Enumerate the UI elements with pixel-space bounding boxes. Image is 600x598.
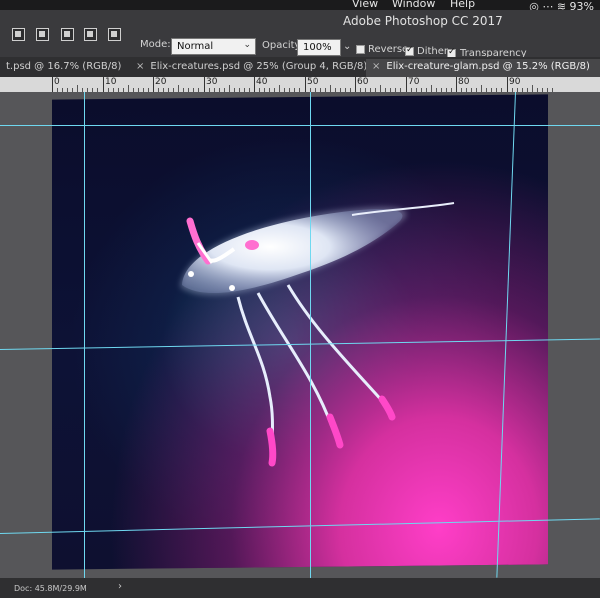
- ruler-major-tick: [103, 77, 104, 92]
- creature-artwork: [180, 202, 455, 467]
- ruler-minor-tick: [532, 85, 533, 92]
- tab-doc-2[interactable]: × Elix-creatures.psd @ 25% (Group 4, RGB/…: [130, 59, 375, 77]
- mode-label: Mode:: [140, 39, 171, 50]
- ruler-minor-tick: [229, 85, 230, 92]
- ruler-label: 60: [357, 77, 369, 87]
- ruler-minor-tick: [279, 85, 280, 92]
- menu-bar: View Window Help: [0, 0, 600, 10]
- opacity-field[interactable]: 100%: [297, 39, 341, 56]
- menu-window[interactable]: Window: [392, 0, 435, 10]
- mode-select[interactable]: Normal ⌄: [171, 38, 256, 55]
- ruler-minor-tick: [380, 85, 381, 92]
- options-bar: Mode: Normal ⌄ Opacity: 100% ⌄ Reverse D…: [0, 10, 600, 59]
- status-bar: Doc: 45.8M/29.9M ›: [0, 578, 600, 598]
- tab-label: Elix-creature-glam.psd @ 15.2% (RGB/8): [386, 61, 590, 72]
- tab-doc-3[interactable]: × Elix-creature-glam.psd @ 15.2% (RGB/8): [366, 59, 600, 77]
- tab-label: Elix-creatures.psd @ 25% (Group 4, RGB/8…: [150, 61, 376, 72]
- ruler-label: 90: [509, 77, 521, 87]
- status-menu-arrow-icon[interactable]: ›: [118, 581, 122, 592]
- ruler-major-tick: [204, 77, 205, 92]
- ruler-minor-tick: [128, 85, 129, 92]
- ruler-minor-tick: [481, 85, 482, 92]
- new-selection-icon[interactable]: [12, 28, 25, 41]
- ruler-label: 40: [256, 77, 268, 87]
- opacity-value: 100%: [303, 42, 332, 53]
- menu-help[interactable]: Help: [450, 0, 475, 10]
- ruler-major-tick: [406, 77, 407, 92]
- opacity-chevron-icon[interactable]: ⌄: [343, 41, 351, 52]
- ruler-label: 70: [408, 77, 420, 87]
- ruler-minor-tick: [330, 85, 331, 92]
- chevron-down-icon: ⌄: [243, 40, 251, 50]
- ruler-major-tick: [456, 77, 457, 92]
- horizontal-guide[interactable]: [0, 125, 600, 126]
- horizontal-ruler[interactable]: 0 10 20 30 40 50 60 70 80 90: [0, 77, 600, 93]
- dither-label: Dither: [417, 46, 449, 57]
- ruler-major-tick: [52, 77, 53, 92]
- vertical-guide[interactable]: [84, 92, 85, 578]
- gradient-type-icon[interactable]: [108, 28, 121, 41]
- add-selection-icon[interactable]: [36, 28, 49, 41]
- ruler-minor-tick: [178, 85, 179, 92]
- tab-label: t.psd @ 16.7% (RGB/8): [6, 61, 122, 72]
- ruler-label: 80: [458, 77, 470, 87]
- doc-size-readout: Doc: 45.8M/29.9M: [14, 584, 87, 593]
- ruler-minor-tick: [431, 85, 432, 92]
- app-title: Adobe Photoshop CC 2017: [343, 14, 503, 28]
- document-tab-bar: t.psd @ 16.7% (RGB/8) × Elix-creatures.ps…: [0, 57, 600, 77]
- ruler-label: 10: [105, 77, 117, 87]
- intersect-selection-icon[interactable]: [84, 28, 97, 41]
- close-icon[interactable]: ×: [136, 61, 144, 72]
- dither-checkbox[interactable]: [405, 45, 414, 56]
- ruler-major-tick: [355, 77, 356, 92]
- ruler-major-tick: [507, 77, 508, 92]
- ruler-label: 50: [307, 77, 319, 87]
- ruler-minor-tick: [77, 85, 78, 92]
- menu-view[interactable]: View: [352, 0, 378, 10]
- reverse-checkbox[interactable]: [356, 45, 365, 54]
- ruler-label: 20: [155, 77, 167, 87]
- close-icon[interactable]: ×: [372, 61, 380, 72]
- ruler-major-tick: [153, 77, 154, 92]
- ruler-major-tick: [305, 77, 306, 92]
- ruler-label: 0: [54, 77, 60, 87]
- reverse-label: Reverse: [368, 44, 409, 55]
- subtract-selection-icon[interactable]: [61, 28, 74, 41]
- ruler-major-tick: [254, 77, 255, 92]
- tab-doc-1[interactable]: t.psd @ 16.7% (RGB/8): [0, 59, 126, 77]
- mode-value: Normal: [177, 41, 214, 52]
- ruler-label: 30: [206, 77, 218, 87]
- vertical-guide[interactable]: [310, 92, 311, 578]
